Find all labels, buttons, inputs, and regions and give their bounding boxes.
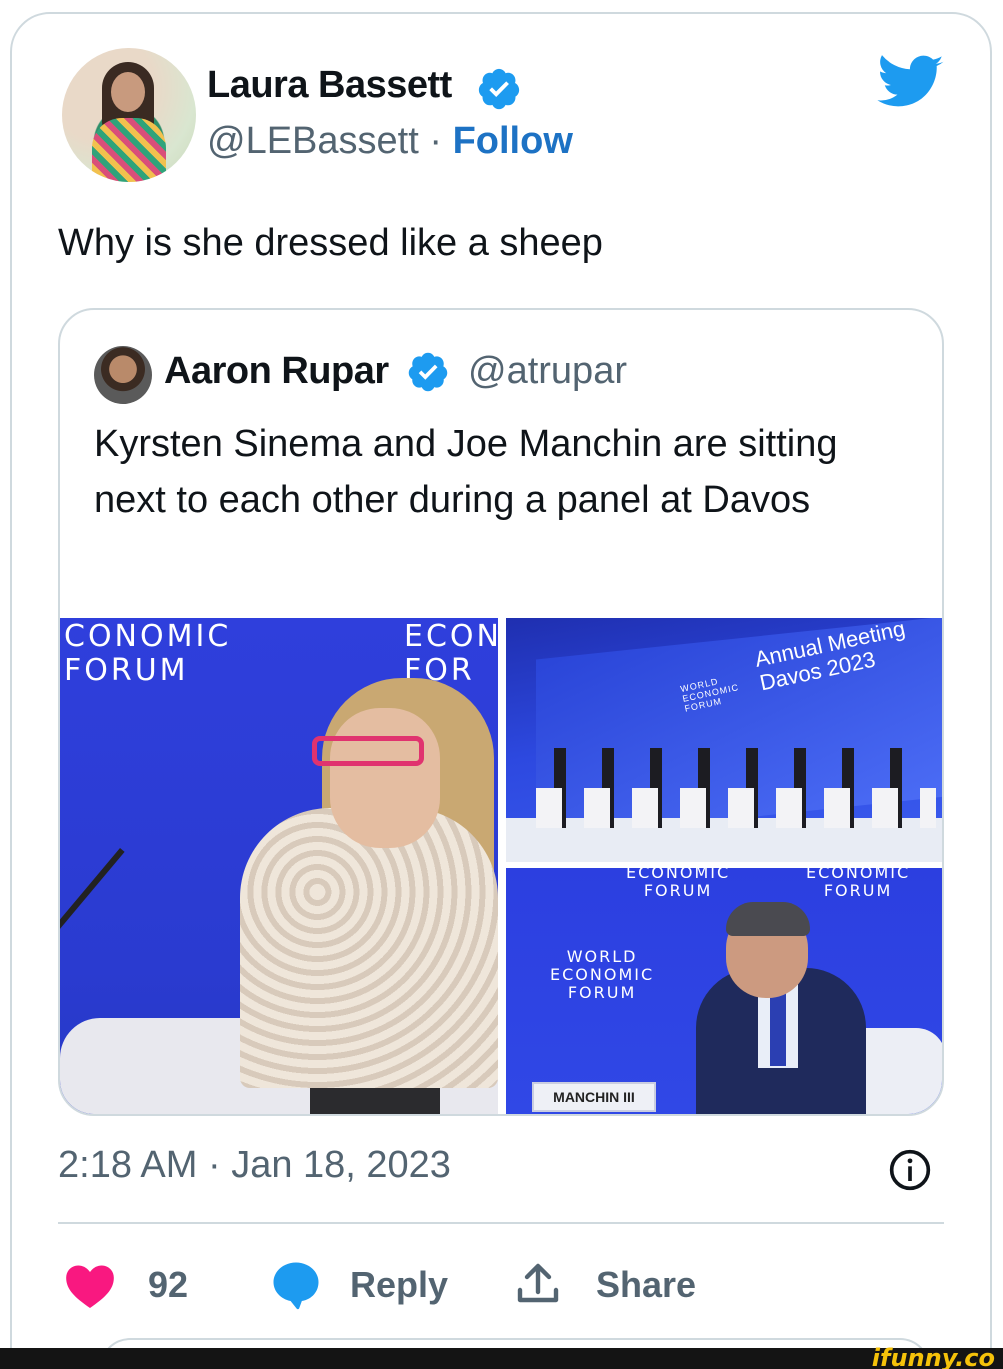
ifunny-watermark: ifunny.co [871, 1344, 995, 1369]
quoted-tweet-text: Kyrsten Sinema and Joe Manchin are sitti… [94, 423, 838, 521]
photo-logo-text: CONOMIC FORUM [64, 619, 232, 688]
author-handle[interactable]: @LEBassett [207, 120, 419, 162]
photo-sinema[interactable]: CONOMIC FORUM ECON FOR [60, 618, 498, 1114]
twitter-bird-icon[interactable] [877, 55, 945, 111]
footer-bar [0, 1348, 1003, 1369]
author-name[interactable]: Laura Bassett [207, 64, 452, 107]
photo-logo-text: ECONOMIC FORUM [806, 868, 911, 900]
verified-badge-icon [478, 68, 520, 110]
photo-grid: CONOMIC FORUM ECON FOR WORLD ECONOMIC FO… [60, 618, 942, 1114]
verified-badge-icon [408, 352, 448, 392]
tweet-text: Why is she dressed like a sheep [58, 222, 603, 264]
quoted-author-name: Aaron Rupar [164, 350, 389, 392]
share-button[interactable]: Share [596, 1264, 696, 1306]
heart-icon[interactable] [64, 1260, 116, 1310]
follow-button[interactable]: Follow [453, 120, 573, 162]
photo-manchin[interactable]: ECONOMIC FORUM ECONOMIC FORUM WORLD ECON… [506, 868, 942, 1114]
handle-separator: · [429, 120, 443, 162]
nameplate: MANCHIN III [532, 1082, 656, 1112]
author-handle-row: @LEBassett · Follow [207, 120, 573, 163]
info-icon[interactable] [888, 1148, 932, 1192]
photo-logo-text: WORLD ECONOMIC FORUM [550, 947, 655, 1002]
tweet-timestamp[interactable]: 2:18 AM · Jan 18, 2023 [58, 1144, 451, 1187]
quoted-tweet[interactable]: Aaron Rupar @atrupar Kyrsten Sinema and … [58, 308, 944, 1116]
reply-button[interactable]: Reply [350, 1264, 448, 1306]
action-bar: 92 Reply Share [58, 1258, 944, 1314]
share-icon[interactable] [514, 1260, 562, 1308]
like-count[interactable]: 92 [148, 1264, 188, 1306]
quoted-author-avatar[interactable] [94, 346, 152, 404]
divider [58, 1222, 944, 1224]
photo-panel-stage[interactable]: WORLD ECONOMIC FORUM Annual Meeting Davo… [506, 618, 942, 862]
reply-bubble-icon[interactable] [268, 1258, 324, 1312]
photo-logo-text: ECONOMIC FORUM [626, 868, 731, 900]
quoted-author-handle: @atrupar [468, 350, 627, 392]
author-avatar[interactable] [62, 48, 196, 182]
